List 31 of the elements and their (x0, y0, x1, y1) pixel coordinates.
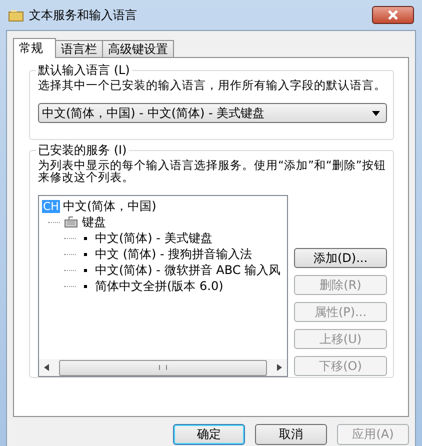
description-text: 选择其中一个已安装的输入语言，用作所有输入字段的默认语言。 (38, 79, 387, 91)
tree-item[interactable]: 中文 (简体) - 搜狗拼音输入法 (42, 246, 284, 262)
bullet-icon (84, 268, 87, 272)
bullet-icon (84, 236, 87, 240)
right-arrow-icon (277, 364, 282, 371)
group-legend: 默认输入语言 (L) (36, 63, 132, 77)
keyboard-icon (63, 216, 79, 228)
dialog-button[interactable]: 取消 (255, 424, 327, 445)
tab[interactable]: 高级键设置 (102, 40, 174, 57)
tree-item[interactable]: 中文(简体) - 美式键盘 (42, 230, 284, 246)
folder-icon (8, 7, 24, 23)
tab[interactable]: 语言栏 (55, 40, 103, 57)
close-icon (387, 10, 399, 20)
language-dropdown[interactable]: 中文(简体，中国) - 中文(简体) - 美式键盘 (38, 103, 387, 123)
group-legend: 已安装的服务 (I) (36, 143, 129, 157)
dialog-button[interactable]: 确定 (173, 424, 245, 445)
scrollbar-thumb[interactable] (59, 360, 267, 376)
caret-icon (372, 110, 380, 116)
horizontal-scrollbar[interactable] (39, 359, 287, 376)
bullet-icon (84, 252, 87, 256)
left-arrow-icon (44, 364, 49, 371)
window-title: 文本服务和输入语言 (29, 6, 137, 24)
tree-item[interactable]: 简体中文全拼(版本 6.0) (42, 278, 284, 294)
description-text: 为列表中显示的每个输入语言选择服务。使用“添加”和“删除”按钮来修改这个列表。 (38, 159, 387, 183)
tree-item[interactable]: 键盘 (42, 214, 284, 230)
tree-item[interactable]: CH 中文(简体，中国) (42, 198, 284, 214)
tree-item[interactable]: 中文(简体) - 微软拼音 ABC 输入风 (42, 262, 284, 278)
bullet-icon (84, 284, 87, 288)
close-button[interactable] (372, 6, 414, 24)
service-button[interactable]: 添加(D)... (294, 248, 387, 268)
tab[interactable]: 常规 (13, 38, 56, 58)
